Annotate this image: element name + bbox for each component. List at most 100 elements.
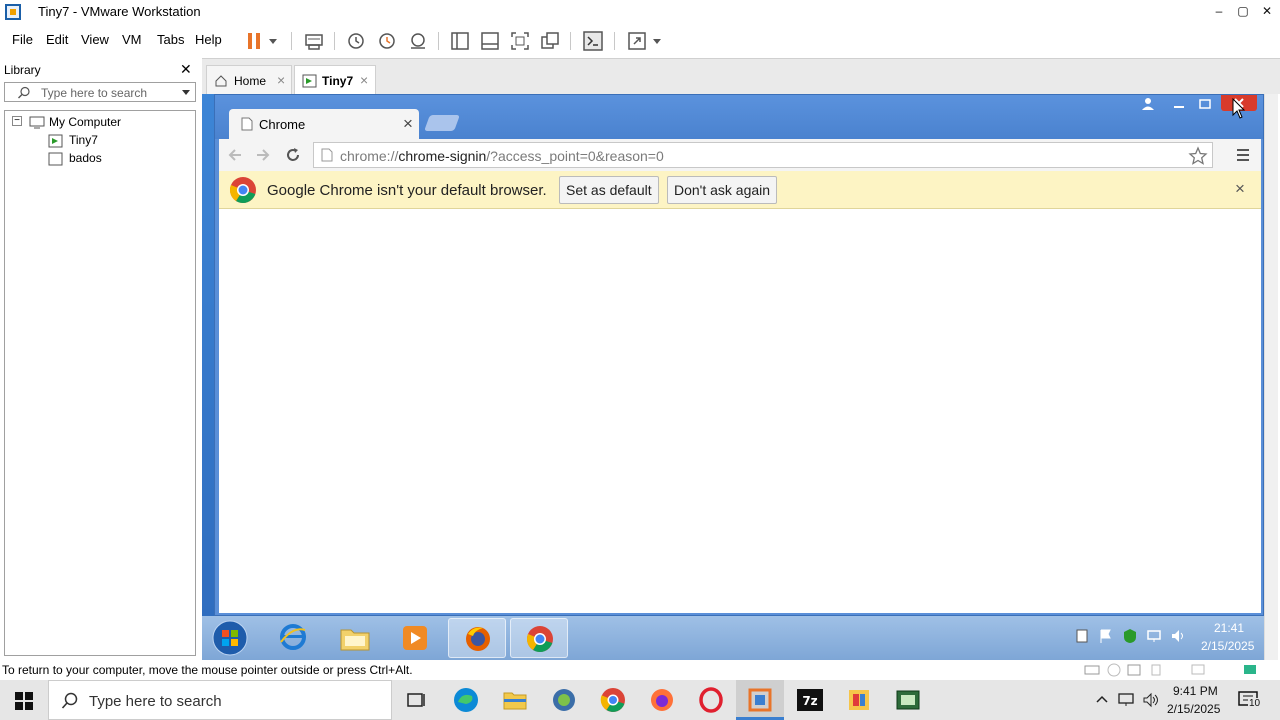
snapshot-manager-icon[interactable] xyxy=(407,30,429,52)
chrome-icon xyxy=(526,626,553,653)
network-adapter-icon[interactable] xyxy=(1126,663,1142,677)
maximize-button[interactable]: ▢ xyxy=(1231,0,1255,24)
hard-disk-icon[interactable] xyxy=(1084,663,1100,677)
tab-tiny7-close[interactable]: × xyxy=(360,72,368,88)
address-bar[interactable]: chrome://chrome-signin/?access_point=0&r… xyxy=(313,142,1213,168)
menu-help[interactable]: Help xyxy=(195,32,222,47)
search-icon xyxy=(18,86,30,99)
vmware-taskbar-button[interactable] xyxy=(736,680,784,720)
vm-icon xyxy=(48,152,63,166)
chrome-icon[interactable] xyxy=(599,686,627,714)
infobar-message: Google Chrome isn't your default browser… xyxy=(267,182,547,199)
forward-icon[interactable] xyxy=(253,145,273,165)
back-icon[interactable] xyxy=(225,145,245,165)
host-search-box[interactable]: Type here to search xyxy=(48,680,392,720)
opera-icon[interactable] xyxy=(697,686,725,714)
menu-edit[interactable]: Edit xyxy=(46,32,68,47)
flag-icon[interactable] xyxy=(1098,628,1114,644)
user-icon[interactable] xyxy=(1141,97,1155,111)
tree-item-my-computer[interactable]: My Computer xyxy=(49,115,121,129)
library-search-input[interactable]: Type here to search xyxy=(4,82,196,102)
library-search-placeholder: Type here to search xyxy=(41,86,148,100)
cd-drive-icon[interactable] xyxy=(1106,663,1122,677)
notification-center-button[interactable]: 10 xyxy=(1238,690,1262,710)
minimize-icon[interactable] xyxy=(1171,97,1187,111)
bookmark-star-icon[interactable] xyxy=(1188,146,1208,166)
tree-item-tiny7[interactable]: Tiny7 xyxy=(69,133,98,147)
volume-icon[interactable] xyxy=(1142,692,1160,708)
display-icon[interactable] xyxy=(1190,663,1206,677)
message-log-icon[interactable] xyxy=(1242,663,1258,677)
security-shield-icon[interactable] xyxy=(1122,628,1138,644)
toolbar-separator xyxy=(334,32,335,50)
tab-home-close[interactable]: × xyxy=(277,72,285,88)
computer-icon xyxy=(29,116,45,129)
action-center-icon[interactable] xyxy=(1074,628,1090,644)
unity-icon[interactable] xyxy=(539,30,561,52)
tree-collapse-toggle[interactable]: − xyxy=(12,116,22,126)
guest-clock-date[interactable]: 2/15/2025 xyxy=(1201,639,1254,653)
full-screen-icon[interactable] xyxy=(509,30,531,52)
firefox-icon[interactable] xyxy=(648,686,676,714)
chevron-down-icon[interactable] xyxy=(181,89,191,97)
set-as-default-button[interactable]: Set as default xyxy=(559,176,659,204)
title-bar: Tiny7 - VMware Workstation – ▢ ✕ xyxy=(0,0,1280,24)
send-ctrl-alt-del-icon[interactable] xyxy=(303,30,325,52)
guest-firefox-button[interactable] xyxy=(448,618,506,658)
close-button[interactable]: ✕ xyxy=(1255,0,1279,24)
snapshot-icon[interactable] xyxy=(345,30,367,52)
host-clock-date[interactable]: 2/15/2025 xyxy=(1167,702,1220,716)
maximize-icon[interactable] xyxy=(1197,97,1213,111)
network-icon[interactable] xyxy=(1117,692,1135,708)
guest-clock-time[interactable]: 21:41 xyxy=(1214,621,1244,635)
chrome-tab-title: Chrome xyxy=(259,117,306,132)
revert-snapshot-icon[interactable] xyxy=(376,30,398,52)
tree-item-bados[interactable]: bados xyxy=(69,151,102,165)
chrome-page-content[interactable] xyxy=(219,209,1261,613)
guest-start-button[interactable] xyxy=(202,618,258,658)
paint-icon[interactable] xyxy=(845,686,873,714)
vm-tab-strip: Home × Tiny7 × xyxy=(202,58,1280,95)
network-globe-icon[interactable] xyxy=(550,686,578,714)
network-icon[interactable] xyxy=(1146,628,1162,644)
edge-icon[interactable] xyxy=(452,686,480,714)
menu-file[interactable]: File xyxy=(12,32,33,47)
menu-view[interactable]: View xyxy=(81,32,109,47)
pause-icon[interactable] xyxy=(244,30,266,52)
chevron-up-icon[interactable] xyxy=(1094,692,1110,708)
reload-icon[interactable] xyxy=(283,145,303,165)
app-window-icon[interactable] xyxy=(894,686,922,714)
chrome-tab-close[interactable]: × xyxy=(403,114,413,134)
minimize-button[interactable]: – xyxy=(1207,0,1231,24)
vertical-scrollbar[interactable] xyxy=(1264,94,1278,660)
guest-media-player-button[interactable] xyxy=(386,618,444,658)
menu-bar: File Edit View VM Tabs Help xyxy=(0,24,1280,58)
guest-ie-button[interactable] xyxy=(264,618,322,658)
volume-icon[interactable] xyxy=(1170,628,1186,644)
guest-screen[interactable]: Chrome × chrome://chrome-signin/?access_… xyxy=(202,94,1278,660)
infobar-close-button[interactable]: × xyxy=(1235,179,1245,199)
7zip-icon[interactable]: 7z xyxy=(796,686,824,714)
chrome-new-tab-button[interactable] xyxy=(424,115,460,131)
guest-chrome-button[interactable] xyxy=(510,618,568,658)
menu-icon[interactable] xyxy=(1235,147,1251,163)
windows-start-icon[interactable] xyxy=(15,692,33,710)
host-clock-time[interactable]: 9:41 PM xyxy=(1173,684,1218,698)
chrome-tab[interactable]: Chrome × xyxy=(229,109,419,139)
tab-tiny7[interactable]: Tiny7 × xyxy=(294,65,376,95)
task-view-icon[interactable] xyxy=(402,686,430,714)
thumbnail-bar-icon[interactable] xyxy=(479,30,501,52)
file-explorer-icon[interactable] xyxy=(501,686,529,714)
guest-explorer-button[interactable] xyxy=(326,618,384,658)
dont-ask-again-button[interactable]: Don't ask again xyxy=(667,176,778,204)
stretch-guest-icon[interactable] xyxy=(626,30,648,52)
show-library-icon[interactable] xyxy=(449,30,471,52)
stretch-dropdown-icon[interactable] xyxy=(650,30,664,52)
pause-dropdown-icon[interactable] xyxy=(266,30,280,52)
tab-home[interactable]: Home × xyxy=(206,65,292,95)
console-view-icon[interactable] xyxy=(582,30,604,52)
usb-icon[interactable] xyxy=(1148,663,1164,677)
menu-tabs[interactable]: Tabs xyxy=(157,32,184,47)
menu-vm[interactable]: VM xyxy=(122,32,142,47)
library-close-button[interactable]: ✕ xyxy=(180,61,192,78)
